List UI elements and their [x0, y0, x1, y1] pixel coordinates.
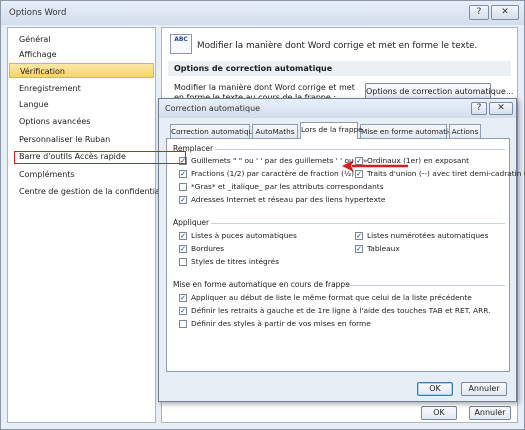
- option-label: Appliquer au début de liste le même form…: [191, 293, 472, 302]
- tab-mise-en-forme-automatique[interactable]: Mise en forme automatique: [360, 124, 462, 138]
- checkbox-styles-mises-en-forme[interactable]: [179, 320, 187, 328]
- option-label: Tableaux: [367, 244, 400, 253]
- window-titlebar: Options Word ? ✕: [1, 1, 524, 25]
- close-button[interactable]: ✕: [491, 5, 519, 20]
- tab-panel-lors-de-la-frappe: Remplacer ✓ Guillemets " " ou ' ' par de…: [166, 138, 525, 372]
- option-label: Adresses Internet et réseau par des lien…: [191, 195, 386, 204]
- dialog-ok-button[interactable]: OK: [417, 382, 453, 396]
- tab-correction-automatique[interactable]: Correction automatique: [170, 124, 258, 138]
- checkbox-format-liste-precedente[interactable]: ✓: [179, 294, 187, 302]
- section-title: Options de correction automatique: [168, 61, 511, 76]
- dialog-titlebar: Correction automatique ? ✕: [159, 99, 516, 118]
- sidebar-item-verification[interactable]: Vérification: [9, 63, 154, 78]
- dialog-cancel-button[interactable]: Annuler: [461, 382, 507, 396]
- window-title: Options Word: [9, 8, 67, 18]
- tab-automaths[interactable]: AutoMaths: [252, 124, 298, 138]
- sidebar-item-options-avancees[interactable]: Options avancées: [9, 114, 154, 129]
- checkbox-listes-puces[interactable]: ✓: [179, 232, 187, 240]
- group-label-appliquer: Appliquer: [173, 218, 210, 227]
- checkbox-tableaux[interactable]: ✓: [355, 245, 363, 253]
- checkbox-listes-numerotees[interactable]: ✓: [355, 232, 363, 240]
- sidebar-item-affichage[interactable]: Affichage: [9, 47, 154, 62]
- tab-lors-de-la-frappe[interactable]: Lors de la frappe: [300, 122, 363, 139]
- red-arrow-annotation-icon: [342, 160, 408, 172]
- sidebar-item-general[interactable]: Général: [9, 32, 154, 47]
- tab-actions[interactable]: Actions: [449, 124, 481, 138]
- dialog-close-button[interactable]: ✕: [489, 102, 513, 115]
- option-label: Fractions (1/2) par caractère de fractio…: [191, 169, 355, 178]
- ok-button[interactable]: OK: [421, 406, 457, 420]
- dialog-help-button[interactable]: ?: [471, 102, 487, 115]
- sidebar-item-centre-confidentialite[interactable]: Centre de gestion de la confidentialité: [9, 184, 172, 199]
- checkbox-styles-titres[interactable]: [179, 258, 187, 266]
- group-divider: [215, 149, 505, 150]
- option-label: Définir des styles à partir de vos mises…: [191, 319, 371, 328]
- option-label: Listes numérotées automatiques: [367, 231, 489, 240]
- help-button[interactable]: ?: [469, 5, 489, 20]
- sidebar-item-personnaliser-ruban[interactable]: Personnaliser le Ruban: [9, 132, 154, 147]
- checkbox-bordures[interactable]: ✓: [179, 245, 187, 253]
- autocorrect-dialog: Correction automatique ? ✕ Correction au…: [158, 98, 525, 402]
- group-divider: [343, 285, 505, 286]
- sidebar: Général Affichage Vérification Enregistr…: [7, 27, 172, 423]
- highlight-annotation-box: [14, 151, 186, 164]
- checkbox-retraits-tab[interactable]: ✓: [179, 307, 187, 315]
- cancel-button[interactable]: Annuler: [469, 406, 511, 420]
- option-label: Définir les retraits à gauche et de 1re …: [191, 306, 491, 315]
- sidebar-item-complements[interactable]: Compléments: [9, 167, 154, 182]
- group-label-mise-en-forme: Mise en forme automatique en cours de fr…: [173, 280, 350, 289]
- spellcheck-abc-icon: ABC: [170, 34, 192, 54]
- page-heading: Modifier la manière dont Word corrige et…: [197, 41, 478, 51]
- option-label: Listes à puces automatiques: [191, 231, 297, 240]
- option-label: Styles de titres intégrés: [191, 257, 279, 266]
- dialog-title: Correction automatique: [165, 104, 261, 113]
- checkbox-liens-hypertexte[interactable]: ✓: [179, 196, 187, 204]
- group-divider: [211, 223, 505, 224]
- option-label: Bordures: [191, 244, 225, 253]
- sidebar-item-enregistrement[interactable]: Enregistrement: [9, 81, 154, 96]
- checkbox-fractions[interactable]: ✓: [179, 170, 187, 178]
- option-label: *Gras* et _italique_ par les attributs c…: [191, 182, 384, 191]
- sidebar-item-langue[interactable]: Langue: [9, 97, 154, 112]
- checkbox-gras-italique[interactable]: [179, 183, 187, 191]
